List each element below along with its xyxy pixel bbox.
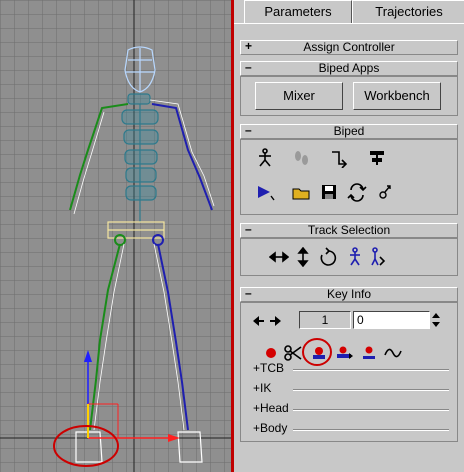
rollout-title: Track Selection bbox=[307, 223, 391, 237]
rollout-title: Biped bbox=[333, 124, 365, 138]
mixer-button[interactable]: Mixer bbox=[255, 82, 343, 110]
key-info-group: 1 0 +TCB +IK +Head +Body bbox=[240, 302, 458, 442]
tab-parameters[interactable]: Parameters bbox=[244, 0, 352, 23]
set-free-key-icon[interactable] bbox=[359, 343, 379, 363]
prev-next-key-icon[interactable] bbox=[251, 311, 285, 331]
body-subrollout[interactable]: +Body bbox=[253, 421, 287, 435]
planted-key-highlight-circle bbox=[302, 338, 332, 366]
ik-divider bbox=[293, 389, 449, 391]
head-divider bbox=[293, 409, 449, 411]
rollout-title: Assign Controller bbox=[303, 40, 395, 54]
mixer-mode-icon[interactable] bbox=[367, 148, 387, 168]
tab-trajectories[interactable]: Trajectories bbox=[352, 0, 464, 23]
body-divider bbox=[293, 429, 449, 431]
command-panel: Parameters Trajectories + Assign Control… bbox=[234, 0, 464, 472]
rollout-assign-controller[interactable]: + Assign Controller bbox=[240, 40, 458, 55]
body-horizontal-icon[interactable] bbox=[269, 247, 289, 267]
set-key-icon[interactable] bbox=[261, 343, 281, 363]
curve-trajectory-icon[interactable] bbox=[383, 343, 403, 363]
body-vertical-icon[interactable] bbox=[293, 247, 313, 267]
viewport-scene[interactable] bbox=[0, 0, 231, 472]
rollout-title: Key Info bbox=[326, 287, 372, 301]
viewport[interactable] bbox=[0, 0, 231, 472]
rollout-key-info[interactable]: – Key Info bbox=[240, 287, 458, 302]
head-subrollout[interactable]: +Head bbox=[253, 401, 289, 415]
ik-subrollout[interactable]: +IK bbox=[253, 381, 271, 395]
footstep-mode-icon[interactable] bbox=[291, 148, 311, 168]
track-selection-group bbox=[240, 238, 458, 276]
save-file-icon[interactable] bbox=[319, 182, 339, 202]
symmetrical-icon[interactable] bbox=[367, 247, 387, 267]
rollout-title: Biped Apps bbox=[318, 61, 380, 75]
biped-group bbox=[240, 139, 458, 215]
playback-icon[interactable] bbox=[255, 182, 275, 202]
biped-apps-group: Mixer Workbench bbox=[240, 76, 458, 116]
tcb-divider bbox=[293, 369, 449, 371]
rollout-biped-apps[interactable]: – Biped Apps bbox=[240, 61, 458, 76]
tab-divider bbox=[234, 23, 464, 24]
load-file-icon[interactable] bbox=[291, 182, 311, 202]
figure-mode-icon[interactable] bbox=[255, 148, 275, 168]
body-rotation-icon[interactable] bbox=[317, 247, 337, 267]
rollout-track-selection[interactable]: – Track Selection bbox=[240, 223, 458, 238]
rollout-biped[interactable]: – Biped bbox=[240, 124, 458, 139]
lock-cob-keys-icon[interactable] bbox=[345, 247, 365, 267]
tcb-subrollout[interactable]: +TCB bbox=[253, 361, 284, 375]
workbench-button[interactable]: Workbench bbox=[353, 82, 441, 110]
time-spinner-icon[interactable] bbox=[431, 311, 441, 329]
move-all-mode-icon[interactable] bbox=[375, 182, 395, 202]
convert-icon[interactable] bbox=[347, 182, 367, 202]
motion-flow-mode-icon[interactable] bbox=[329, 148, 349, 168]
key-number-field[interactable]: 1 bbox=[299, 311, 351, 329]
time-field[interactable]: 0 bbox=[353, 311, 430, 329]
set-sliding-key-icon[interactable] bbox=[335, 343, 355, 363]
